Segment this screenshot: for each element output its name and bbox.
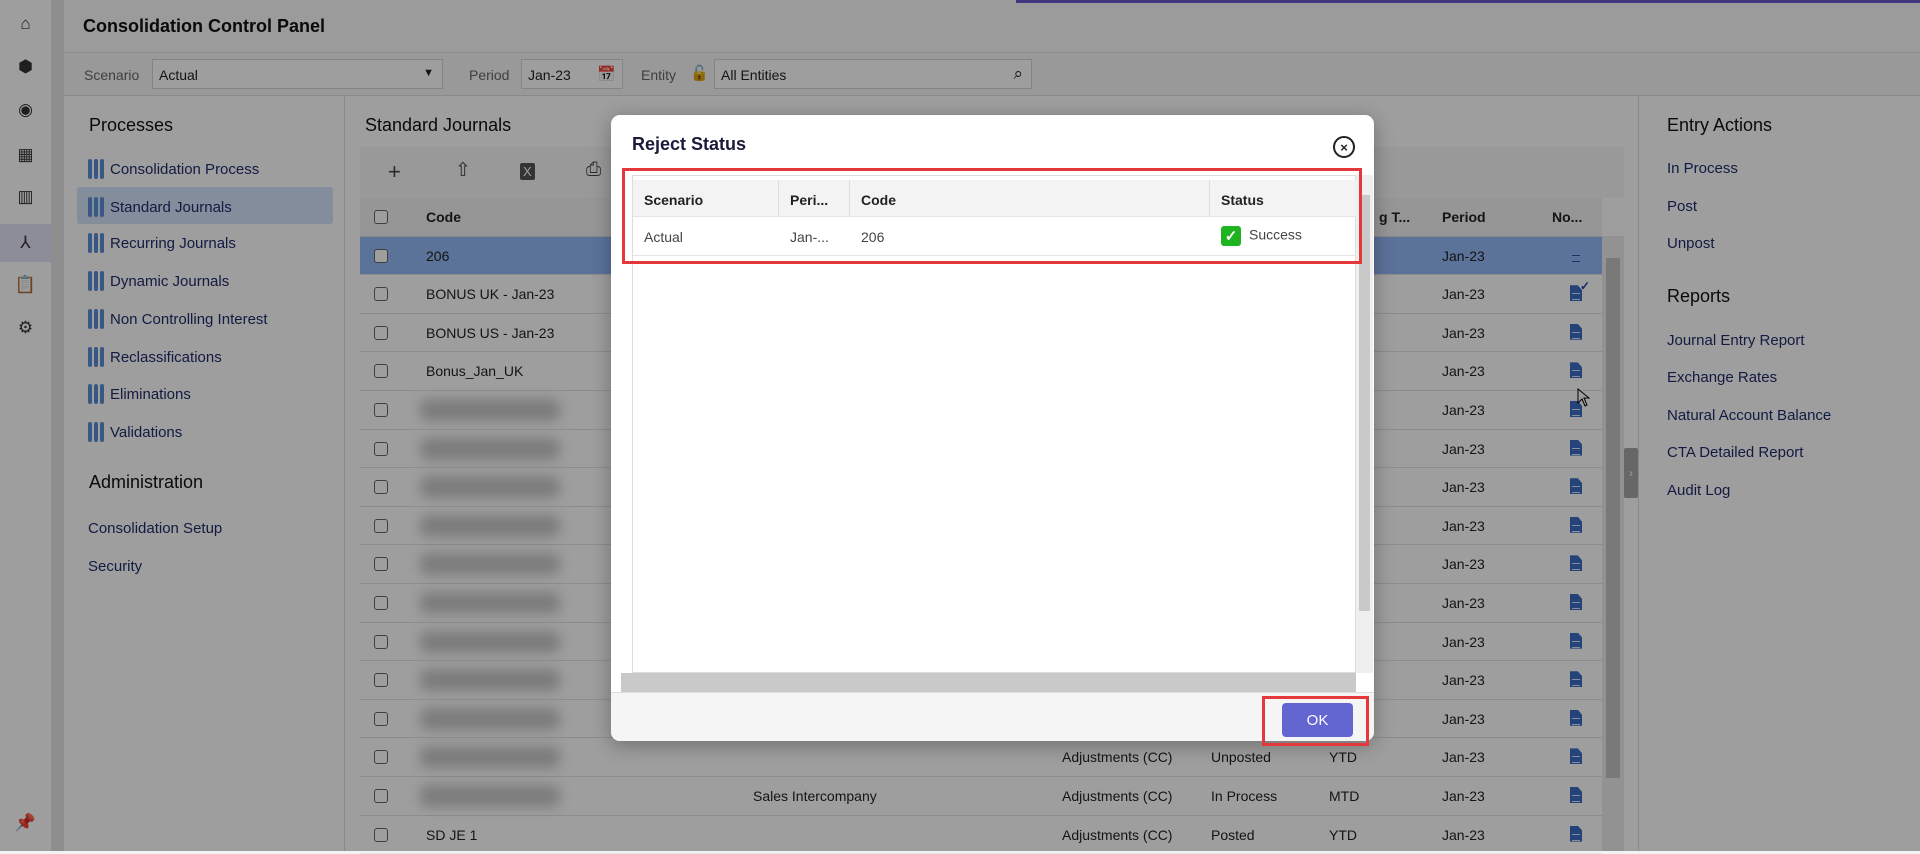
dialog-title: Reject Status bbox=[632, 134, 747, 154]
close-icon[interactable]: × bbox=[1333, 136, 1355, 158]
dialog-footer: OK bbox=[611, 692, 1374, 741]
dialog-horizontal-scrollbar[interactable] bbox=[621, 673, 1356, 692]
highlight-status-grid bbox=[622, 168, 1362, 264]
highlight-ok-button bbox=[1262, 696, 1369, 746]
